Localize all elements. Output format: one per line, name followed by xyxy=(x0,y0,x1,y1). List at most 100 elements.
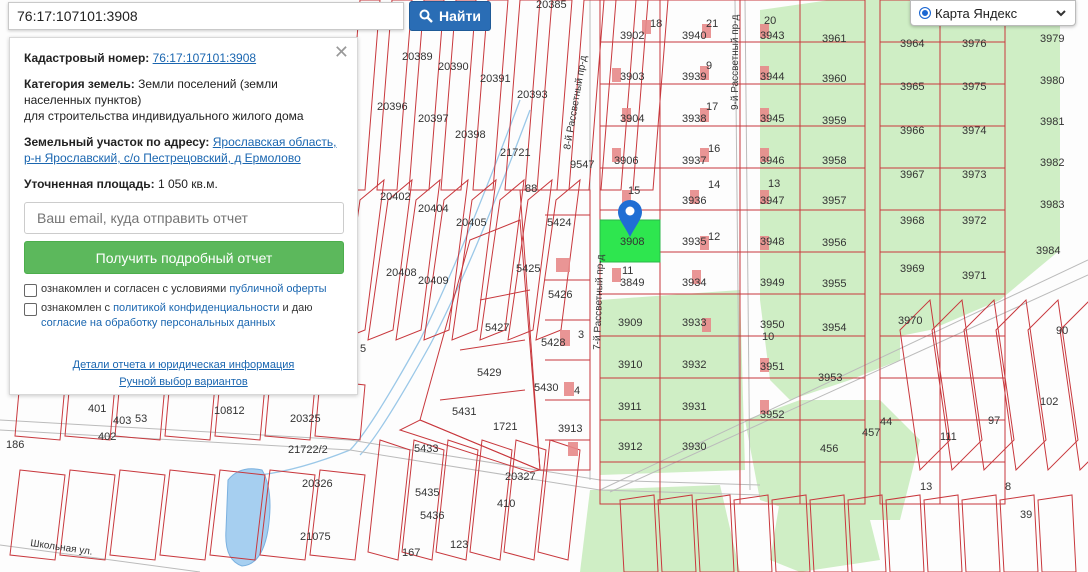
parcel-number-label: 3951 xyxy=(760,361,784,373)
panel-links: Детали отчета и юридическая информация Р… xyxy=(24,357,343,391)
chevron-down-icon xyxy=(1056,10,1066,17)
parcel-number-label: 3931 xyxy=(682,401,706,413)
parcel-number-label: 3967 xyxy=(900,169,924,181)
parcel-number-label: 3910 xyxy=(618,359,642,371)
map-type-select[interactable]: Карта Яндекс xyxy=(910,0,1076,26)
address-label: Земельный участок по адресу: xyxy=(24,135,210,149)
parcel-number-label: 3960 xyxy=(822,73,846,85)
parcel-number-label: 4 xyxy=(574,385,580,397)
parcel-number-label: 3982 xyxy=(1040,157,1064,169)
parcel-number-label: 3938 xyxy=(682,113,706,125)
parcel-number-label: 3971 xyxy=(962,270,986,282)
parcel-number-label: 5 xyxy=(360,343,366,355)
parcel-number-label: 12 xyxy=(708,231,720,243)
parcel-number-label: 20393 xyxy=(517,89,548,101)
privacy-checkbox[interactable] xyxy=(24,303,37,316)
parcel-number-label: 5427 xyxy=(485,322,509,334)
parcel-number-label: 3959 xyxy=(822,115,846,127)
privacy-policy-link[interactable]: политикой конфиденциальности xyxy=(113,302,279,314)
area-value: 1 050 кв.м. xyxy=(157,177,218,191)
parcel-number-label: 3913 xyxy=(558,423,582,435)
address-row: Земельный участок по адресу: Ярославская… xyxy=(24,134,343,166)
parcel-number-label: 13 xyxy=(768,178,780,190)
parcel-number-label: 20402 xyxy=(380,191,411,203)
parcel-number-label: 3965 xyxy=(900,81,924,93)
parcel-number-label: 3903 xyxy=(620,71,644,83)
parcel-number-label: 403 xyxy=(113,415,131,427)
parcel-number-label: 5428 xyxy=(541,337,565,349)
parcel-number-label: 3983 xyxy=(1040,199,1064,211)
close-icon[interactable]: ✕ xyxy=(334,43,349,61)
parcel-number-label: 20326 xyxy=(302,478,333,490)
parcel-number-label: 3932 xyxy=(682,359,706,371)
parcel-number-label: 10 xyxy=(762,331,774,343)
parcel-number-label: 401 xyxy=(88,403,106,415)
parcel-number-label: 3912 xyxy=(618,441,642,453)
parcel-number-label: 9 xyxy=(706,60,712,72)
personal-data-consent-link[interactable]: согласие на обработку персональных данны… xyxy=(41,317,275,329)
radio-selected-icon xyxy=(919,7,931,19)
parcel-number-label: 17 xyxy=(706,101,718,113)
email-field[interactable] xyxy=(24,202,344,234)
parcel-number-label: 3981 xyxy=(1040,116,1064,128)
parcel-number-label: 402 xyxy=(98,431,116,443)
parcel-number-label: 3940 xyxy=(682,30,706,42)
find-button-label: Найти xyxy=(439,8,481,24)
category-text1: Земли поселений (земли xyxy=(138,77,278,91)
parcel-number-label: 186 xyxy=(6,439,24,451)
address-link2[interactable]: р-н Ярославский, с/о Пестрецовский, д Ер… xyxy=(24,151,301,165)
category-label: Категория земель: xyxy=(24,77,135,91)
parcel-number-label: 97 xyxy=(988,415,1000,427)
parcel-number-label: 5433 xyxy=(414,443,438,455)
parcel-number-label: 20385 xyxy=(536,0,567,11)
parcel-number-label: 88 xyxy=(525,183,537,195)
parcel-number-label: 8 xyxy=(1005,481,1011,493)
parcel-number-label: 20389 xyxy=(402,51,433,63)
cadastral-search-input[interactable] xyxy=(8,2,404,30)
parcel-number-label: 3956 xyxy=(822,237,846,249)
parcel-number-label: 20325 xyxy=(290,413,321,425)
manual-selection-link[interactable]: Ручной выбор вариантов xyxy=(119,376,247,388)
address-link1[interactable]: Ярославская область, xyxy=(213,135,337,149)
parcel-number-label: 3949 xyxy=(760,277,784,289)
parcel-number-label: 10812 xyxy=(214,405,245,417)
parcel-number-label: 167 xyxy=(402,547,420,559)
parcel-number-label: 44 xyxy=(880,416,892,428)
parcel-number-label: 21 xyxy=(706,18,718,30)
parcel-number-label: 3957 xyxy=(822,195,846,207)
parcel-number-label: 3953 xyxy=(818,372,842,384)
parcel-number-label: 5426 xyxy=(548,289,572,301)
parcel-number-label: 20397 xyxy=(418,113,449,125)
parcel-number-label: 3933 xyxy=(682,317,706,329)
parcel-number-label: 3979 xyxy=(1040,33,1064,45)
get-report-button[interactable]: Получить подробный отчет xyxy=(24,241,344,274)
parcel-number-label: 5424 xyxy=(547,217,571,229)
parcel-number-label: 3 xyxy=(578,329,584,341)
category-text3: для строительства индивидуального жилого… xyxy=(24,109,304,123)
offer-checkbox[interactable] xyxy=(24,284,37,297)
parcel-number-label: 11 xyxy=(622,265,633,277)
parcel-number-label: 3945 xyxy=(760,113,784,125)
parcel-number-label: 15 xyxy=(628,185,640,197)
parcel-number-label: 53 xyxy=(135,413,147,425)
parcel-number-label: 20409 xyxy=(418,275,449,287)
street-label-9: 9-й Рассветный пр-д xyxy=(730,14,741,110)
parcel-number-label: 3975 xyxy=(962,81,986,93)
parcel-number-label: 13 xyxy=(920,481,932,493)
cad-label: Кадастровый номер: xyxy=(24,51,150,65)
parcel-number-label: 20405 xyxy=(456,217,487,229)
offer-text: ознакомлен и согласен с условиями xyxy=(41,283,227,295)
parcel-number-label: 3934 xyxy=(682,277,706,289)
details-link[interactable]: Детали отчета и юридическая информация xyxy=(73,359,295,371)
parcel-number-label: 3976 xyxy=(962,38,986,50)
offer-link[interactable]: публичной оферты xyxy=(229,283,326,295)
offer-consent-text: ознакомлен и согласен с условиями публич… xyxy=(41,282,327,297)
parcel-number-label: 21722/2 xyxy=(288,444,328,456)
parcel-number-label: 3908 xyxy=(620,236,644,248)
parcel-number-label: 1721 xyxy=(493,421,517,433)
cad-number-link[interactable]: 76:17:107101:3908 xyxy=(153,51,256,65)
parcel-number-label: 14 xyxy=(708,179,720,191)
find-button[interactable]: Найти xyxy=(409,1,491,31)
parcel-number-label: 457 xyxy=(862,427,880,439)
parcel-number-label: 5425 xyxy=(516,263,540,275)
